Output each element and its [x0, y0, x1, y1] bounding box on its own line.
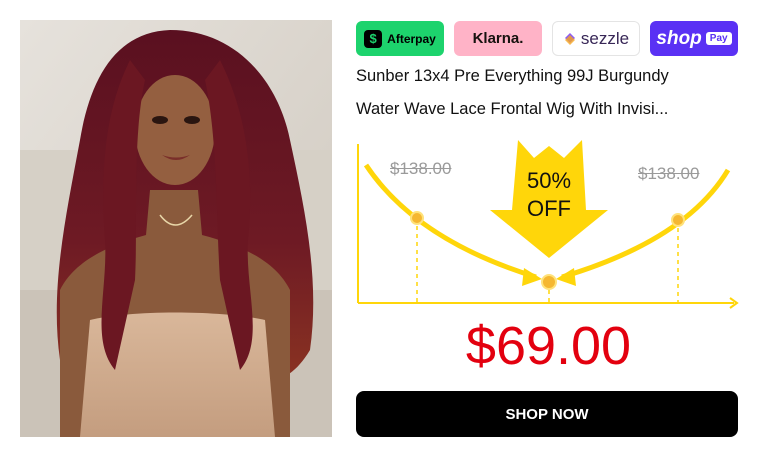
product-title[interactable]: Sunber 13x4 Pre Everything 99J Burgundy … — [356, 60, 741, 126]
afterpay-badge[interactable]: $ Afterpay — [356, 21, 444, 56]
shop-pay-tag: Pay — [705, 32, 732, 45]
sezzle-icon — [564, 32, 575, 45]
product-photo-illustration — [20, 20, 332, 437]
product-title-line2: Water Wave Lace Frontal Wig With Invisi.… — [356, 100, 669, 118]
discount-percent: 50% — [526, 168, 572, 193]
discount-graphic: $138.00 $138.00 50% OFF — [356, 140, 741, 310]
left-arrowhead-icon — [522, 268, 542, 286]
shop-now-button[interactable]: SHOP NOW — [356, 391, 738, 437]
shop-pay-badge[interactable]: shop Pay — [650, 21, 738, 56]
shop-pay-label: shop — [656, 27, 702, 49]
right-price-dot — [671, 213, 685, 227]
klarna-label: Klarna. — [472, 30, 524, 47]
sezzle-label: sezzle — [580, 28, 630, 48]
sezzle-badge[interactable]: sezzle — [552, 21, 640, 56]
sale-price: $69.00 — [465, 316, 632, 376]
discount-label: 50% OFF — [518, 167, 580, 223]
afterpay-icon: $ — [364, 29, 383, 48]
klarna-badge[interactable]: Klarna. — [454, 21, 542, 56]
discount-off: OFF — [527, 196, 571, 221]
original-price-left: $138.00 — [390, 159, 452, 178]
original-price-right: $138.00 — [638, 164, 700, 183]
product-image[interactable] — [20, 20, 332, 437]
right-arrowhead-icon — [556, 268, 576, 286]
left-price-dot — [410, 211, 424, 225]
payment-methods: $ Afterpay Klarna. sezzle shop Pay — [356, 21, 738, 56]
afterpay-label: Afterpay — [387, 31, 436, 46]
sale-price-dot — [541, 274, 557, 290]
product-title-line1: Sunber 13x4 Pre Everything 99J Burgundy — [356, 67, 669, 85]
